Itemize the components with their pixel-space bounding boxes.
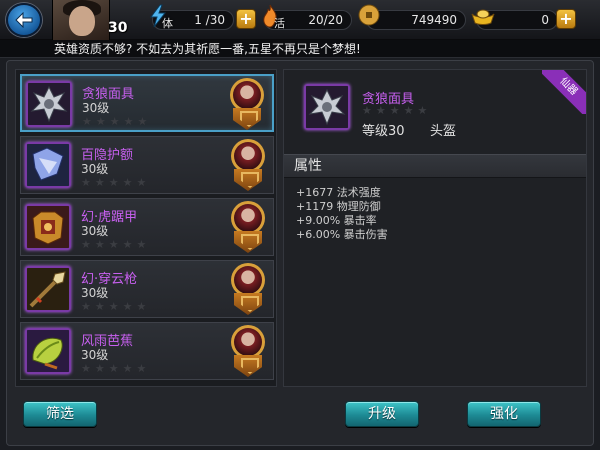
equipped-hero-badge	[231, 325, 265, 377]
star-rating: ★★★★★	[81, 176, 151, 189]
coins-value: 749490	[411, 13, 457, 27]
wolf-mask-icon	[26, 81, 72, 127]
attribute-line: +9.00% 暴击率	[296, 214, 377, 227]
hero-portrait	[233, 81, 261, 109]
coins-pill: 749490	[366, 10, 466, 30]
shield-icon	[234, 293, 262, 315]
attribute-line: +6.00% 暴击伤害	[296, 228, 388, 241]
arrow-left-icon	[15, 12, 33, 28]
equipment-detail: 贪狼面具 ★★★★★ 等级30 头盔 仙器 属性 +1677 法术强度 +117…	[283, 69, 587, 387]
star-rating: ★★★★★	[81, 300, 151, 313]
hero-portrait	[234, 328, 262, 356]
headband-icon	[25, 142, 71, 188]
add-stamina-button[interactable]: +	[236, 9, 256, 29]
banana-leaf-fan-icon	[25, 328, 71, 374]
list-item[interactable]: 百隐护额 30级 ★★★★★	[20, 136, 274, 194]
detail-item-slot: 头盔	[430, 124, 457, 139]
star-rating: ★★★★★	[362, 104, 432, 117]
hero-portrait	[234, 142, 262, 170]
equipped-hero-badge	[231, 263, 265, 315]
vitality-value: 20/20	[308, 13, 343, 27]
shield-icon	[234, 169, 262, 191]
attribute-line: +1179 物理防御	[296, 200, 381, 213]
hero-portrait	[234, 204, 262, 232]
list-item[interactable]: 风雨芭蕉 30级 ★★★★★	[20, 322, 274, 380]
detail-item-level: 等级30	[362, 124, 405, 139]
equipped-hero-badge	[231, 139, 265, 191]
equipment-list: 贪狼面具 30级 ★★★★★ 百隐护额 30级 ★★★★★ 幻·虎踞甲 30级 …	[15, 69, 277, 387]
item-level: 30级	[81, 162, 109, 176]
enhance-button[interactable]: 强化	[467, 401, 541, 427]
detail-header: 贪狼面具 ★★★★★ 等级30 头盔 仙器	[284, 70, 586, 146]
filter-button[interactable]: 筛选	[23, 401, 97, 427]
rarity-label: 仙器	[542, 70, 586, 114]
shield-icon	[233, 108, 261, 130]
item-level: 30级	[82, 101, 110, 115]
tip-message: 英雄资质不够? 不如去为其祈愿一番,五星不再只是个梦想!	[0, 40, 600, 58]
list-item[interactable]: 幻·穿云枪 30级 ★★★★★	[20, 260, 274, 318]
player-avatar[interactable]	[52, 0, 110, 40]
hero-portrait	[234, 266, 262, 294]
item-level: 30级	[81, 286, 109, 300]
list-item[interactable]: 贪狼面具 30级 ★★★★★	[20, 74, 274, 132]
equipment-window: 贪狼面具 30级 ★★★★★ 百隐护额 30级 ★★★★★ 幻·虎踞甲 30级 …	[6, 60, 594, 446]
star-rating: ★★★★★	[81, 238, 151, 251]
stamina-value: 1 /30	[194, 13, 225, 27]
back-button[interactable]	[6, 3, 42, 37]
vitality-label: 活	[274, 17, 285, 30]
attributes-header: 属性	[284, 154, 586, 178]
gold-ingot-icon	[471, 9, 495, 25]
add-ingots-button[interactable]: +	[556, 9, 576, 29]
spear-icon	[25, 266, 71, 312]
tiger-armor-icon	[25, 204, 71, 250]
wolf-mask-icon	[304, 84, 350, 130]
stamina-label: 体	[162, 17, 173, 30]
shield-icon	[234, 231, 262, 253]
ingots-value: 0	[541, 13, 549, 27]
top-bar: 30 1 /30 体 + 20/20 活 749490 0 +	[0, 0, 600, 40]
attribute-line: +1677 法术强度	[296, 186, 381, 199]
shield-icon	[234, 355, 262, 377]
coin-icon	[358, 4, 380, 26]
item-level: 30级	[81, 348, 109, 362]
item-level: 30级	[81, 224, 109, 238]
upgrade-button[interactable]: 升级	[345, 401, 419, 427]
avatar-face	[69, 6, 95, 36]
star-rating: ★★★★★	[82, 115, 152, 128]
star-rating: ★★★★★	[81, 362, 151, 375]
attributes-list: +1677 法术强度 +1179 物理防御 +9.00% 暴击率 +6.00% …	[296, 186, 388, 242]
equipped-hero-badge	[230, 78, 264, 130]
player-level: 30	[108, 20, 128, 36]
rarity-ribbon: 仙器	[542, 70, 586, 114]
equipped-hero-badge	[231, 201, 265, 253]
list-item[interactable]: 幻·虎踞甲 30级 ★★★★★	[20, 198, 274, 256]
